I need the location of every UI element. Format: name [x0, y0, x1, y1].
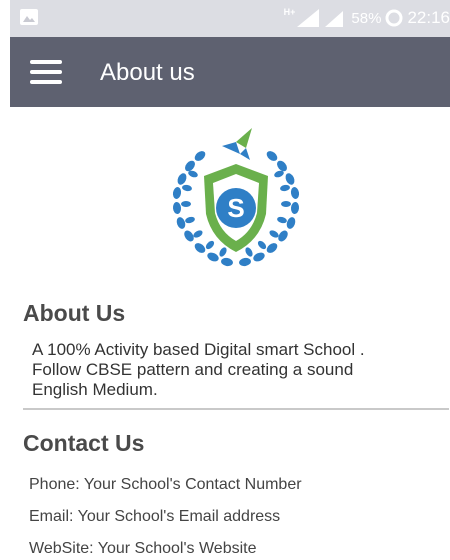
screen: H+ 58% 22:16 About us S About Us A 100% …: [10, 0, 450, 560]
network-type-label: H+: [283, 7, 296, 17]
page-title: About us: [100, 59, 195, 86]
hamburger-icon-bar: [30, 70, 62, 74]
section-divider: [23, 408, 449, 410]
about-us-description: A 100% Activity based Digital smart Scho…: [32, 340, 432, 400]
about-line: Follow CBSE pattern and creating a sound: [32, 360, 354, 379]
contact-email[interactable]: Email: Your School's Email address: [29, 508, 280, 526]
battery-percent: 58%: [351, 9, 382, 27]
school-logo: S: [172, 128, 300, 267]
battery-ring-icon: [385, 9, 403, 27]
about-line: English Medium.: [32, 380, 158, 399]
signal-strength-icon: [297, 9, 320, 27]
gallery-notification-icon: [20, 9, 38, 25]
contact-website[interactable]: WebSite: Your School's Website: [29, 540, 256, 558]
app-bar: About us: [10, 37, 450, 107]
status-indicators: H+ 58% 22:16: [284, 7, 450, 29]
svg-text:S: S: [227, 193, 244, 223]
about-us-heading: About Us: [23, 300, 126, 326]
status-bar: H+ 58% 22:16: [10, 0, 450, 37]
about-line: A 100% Activity based Digital smart Scho…: [32, 340, 365, 359]
contact-us-heading: Contact Us: [23, 430, 145, 456]
menu-button[interactable]: [30, 60, 62, 84]
wifi-signal-icon: [325, 11, 344, 27]
clock: 22:16: [407, 8, 450, 27]
contact-phone[interactable]: Phone: Your School's Contact Number: [29, 476, 302, 494]
hamburger-icon-bar: [30, 60, 62, 64]
hamburger-icon-bar: [30, 80, 62, 84]
